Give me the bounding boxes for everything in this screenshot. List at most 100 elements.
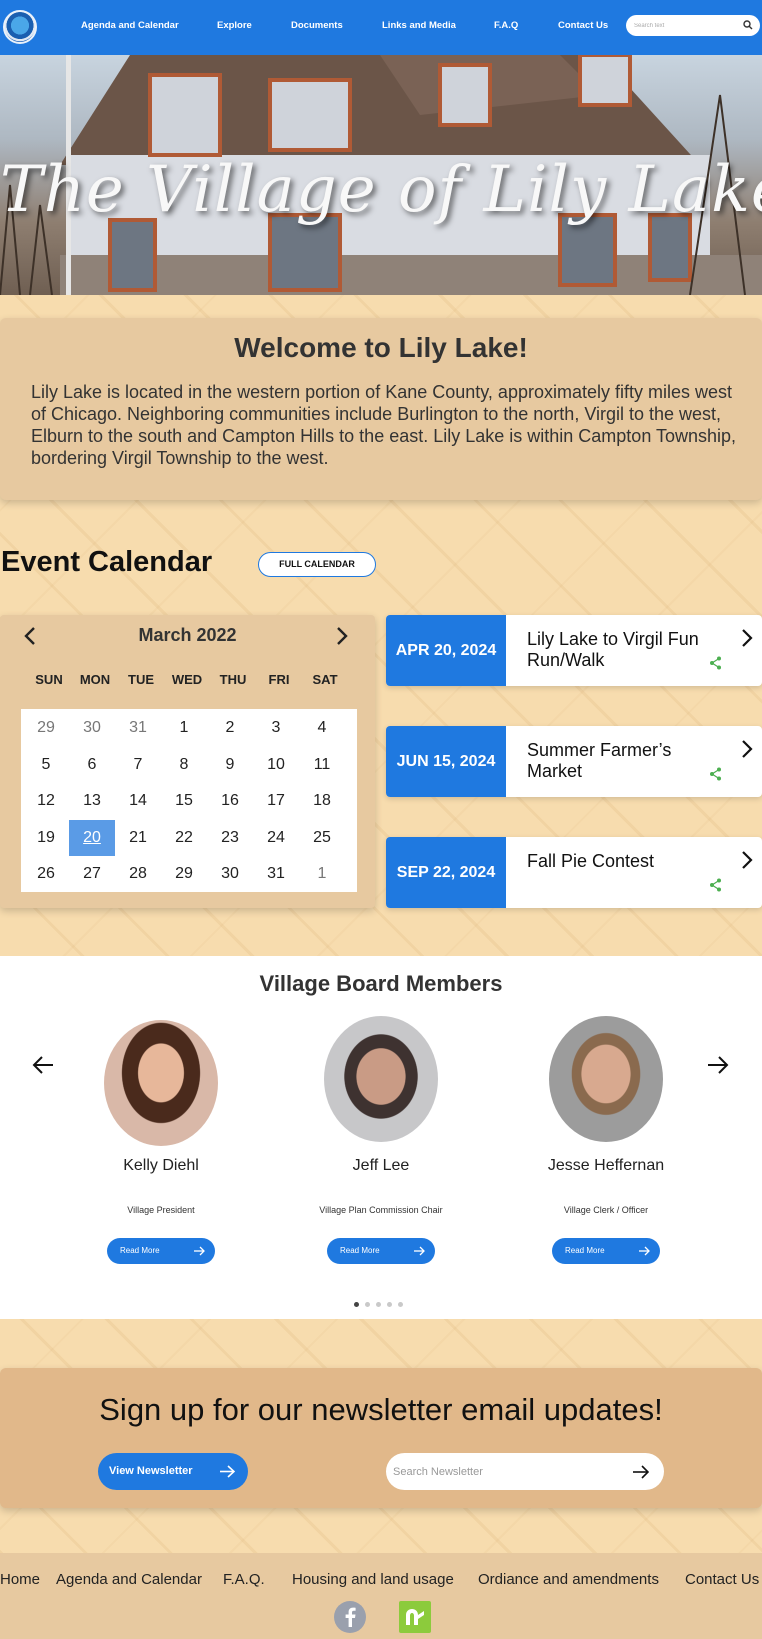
calendar-day[interactable]: 7 [115, 747, 161, 783]
carousel-dot[interactable] [387, 1302, 392, 1307]
event-card[interactable]: SEP 22, 2024 Fall Pie Contest [386, 837, 762, 908]
chevron-right-icon[interactable] [740, 627, 754, 649]
member-role: Village Plan Commission Chair [319, 1205, 443, 1215]
share-icon[interactable] [709, 656, 722, 670]
calendar-day[interactable]: 26 [23, 856, 69, 892]
avatar [549, 1016, 663, 1142]
read-more-label: Read More [120, 1246, 160, 1255]
footer-link-agenda[interactable]: Agenda and Calendar [56, 1571, 202, 1588]
welcome-title: Welcome to Lily Lake! [234, 332, 528, 363]
calendar-day[interactable]: 30 [69, 710, 115, 746]
calendar-month-label: March 2022 [138, 625, 237, 645]
calendar-day[interactable]: 31 [115, 710, 161, 746]
nav-explore[interactable]: Explore [217, 20, 252, 31]
nextdoor-icon[interactable] [399, 1601, 431, 1633]
chevron-right-icon[interactable] [334, 625, 350, 647]
arrow-right-icon[interactable] [706, 1053, 730, 1077]
arrow-right-icon [414, 1246, 425, 1256]
calendar-day[interactable]: 14 [115, 783, 161, 819]
event-calendar-heading: Event Calendar [1, 546, 213, 578]
nav-contact-us[interactable]: Contact Us [558, 20, 608, 31]
calendar-day[interactable]: 22 [161, 820, 207, 856]
calendar-day[interactable]: 24 [253, 820, 299, 856]
carousel-dot[interactable] [354, 1302, 359, 1307]
nav-links-media[interactable]: Links and Media [382, 20, 456, 31]
footer-link-faq[interactable]: F.A.Q. [223, 1571, 265, 1588]
calendar-day[interactable]: 28 [115, 856, 161, 892]
footer-link-housing[interactable]: Housing and land usage [292, 1571, 454, 1588]
arrow-right-icon[interactable] [633, 1465, 649, 1479]
nav-faq[interactable]: F.A.Q [494, 20, 518, 31]
calendar-day[interactable]: 17 [253, 783, 299, 819]
calendar-day[interactable]: 2 [207, 710, 253, 746]
view-newsletter-button[interactable]: View Newsletter [98, 1453, 248, 1490]
footer-link-contact[interactable]: Contact Us [685, 1571, 759, 1588]
read-more-button[interactable]: Read More [327, 1238, 435, 1264]
read-more-button[interactable]: Read More [552, 1238, 660, 1264]
newsletter-title: Sign up for our newsletter email updates… [99, 1392, 663, 1427]
calendar-day[interactable]: 5 [23, 747, 69, 783]
carousel-dot[interactable] [365, 1302, 370, 1307]
footer-link-home[interactable]: Home [0, 1571, 40, 1588]
nav-agenda-calendar[interactable]: Agenda and Calendar [81, 20, 179, 31]
calendar-day[interactable]: 9 [207, 747, 253, 783]
search-input[interactable] [634, 19, 734, 32]
top-navbar: Agenda and Calendar Explore Documents Li… [0, 0, 762, 55]
carousel-dot[interactable] [398, 1302, 403, 1307]
calendar-day[interactable]: 30 [207, 856, 253, 892]
member-role: Village Clerk / Officer [563, 1205, 649, 1215]
calendar-day[interactable]: 3 [253, 710, 299, 746]
arrow-right-icon [220, 1465, 235, 1478]
chevron-right-icon[interactable] [740, 849, 754, 871]
village-logo[interactable] [3, 10, 37, 44]
carousel-dot[interactable] [376, 1302, 381, 1307]
calendar-day[interactable]: 8 [161, 747, 207, 783]
nav-documents[interactable]: Documents [291, 20, 343, 31]
member-name: Kelly Diehl [123, 1157, 199, 1174]
facebook-icon[interactable] [334, 1601, 366, 1633]
calendar-day[interactable]: 15 [161, 783, 207, 819]
calendar-day[interactable]: 29 [23, 710, 69, 746]
calendar-day[interactable]: 31 [253, 856, 299, 892]
event-title: Fall Pie Contest [527, 851, 655, 871]
calendar-day[interactable]: 12 [23, 783, 69, 819]
read-more-button[interactable]: Read More [107, 1238, 215, 1264]
event-card[interactable]: APR 20, 2024 Lily Lake to Virgil Fun Run… [386, 615, 762, 686]
calendar-day[interactable]: 1 [299, 856, 345, 892]
calendar-day[interactable]: 4 [299, 710, 345, 746]
calendar-day[interactable]: 23 [207, 820, 253, 856]
calendar-day[interactable]: 13 [69, 783, 115, 819]
read-more-label: Read More [565, 1246, 605, 1255]
calendar-day[interactable]: 11 [299, 747, 345, 783]
footer: Home Agenda and Calendar F.A.Q. Housing … [0, 1553, 762, 1639]
calendar-day[interactable]: 25 [299, 820, 345, 856]
chevron-right-icon[interactable] [740, 738, 754, 760]
calendar-day[interactable]: 27 [69, 856, 115, 892]
arrow-left-icon[interactable] [31, 1053, 55, 1077]
event-card[interactable]: JUN 15, 2024 Summer Farmer’s Market [386, 726, 762, 797]
calendar-day[interactable]: 20 [69, 819, 115, 856]
avatar [324, 1016, 438, 1142]
weekday-label: THU [219, 672, 247, 687]
share-icon[interactable] [709, 878, 722, 892]
footer-link-ordinance[interactable]: Ordiance and amendments [478, 1571, 659, 1588]
calendar-day[interactable]: 19 [23, 820, 69, 856]
calendar-day[interactable]: 16 [207, 783, 253, 819]
weekday-label: MON [79, 672, 111, 687]
newsletter-search-input[interactable] [393, 1464, 623, 1479]
board-title: Village Board Members [259, 971, 503, 996]
calendar-day[interactable]: 10 [253, 747, 299, 783]
share-icon[interactable] [709, 767, 722, 781]
arrow-right-icon [194, 1246, 205, 1256]
calendar-day[interactable]: 29 [161, 856, 207, 892]
calendar-day[interactable]: 1 [161, 710, 207, 746]
event-date: APR 20, 2024 [386, 615, 506, 686]
calendar-day[interactable]: 18 [299, 783, 345, 819]
avatar [104, 1020, 218, 1146]
calendar-day[interactable]: 21 [115, 820, 161, 856]
calendar-day[interactable]: 6 [69, 747, 115, 783]
event-date: SEP 22, 2024 [386, 837, 506, 908]
search-icon[interactable] [742, 19, 754, 31]
newsletter-panel: Sign up for our newsletter email updates… [0, 1368, 762, 1508]
full-calendar-button[interactable]: FULL CALENDAR [258, 552, 376, 577]
